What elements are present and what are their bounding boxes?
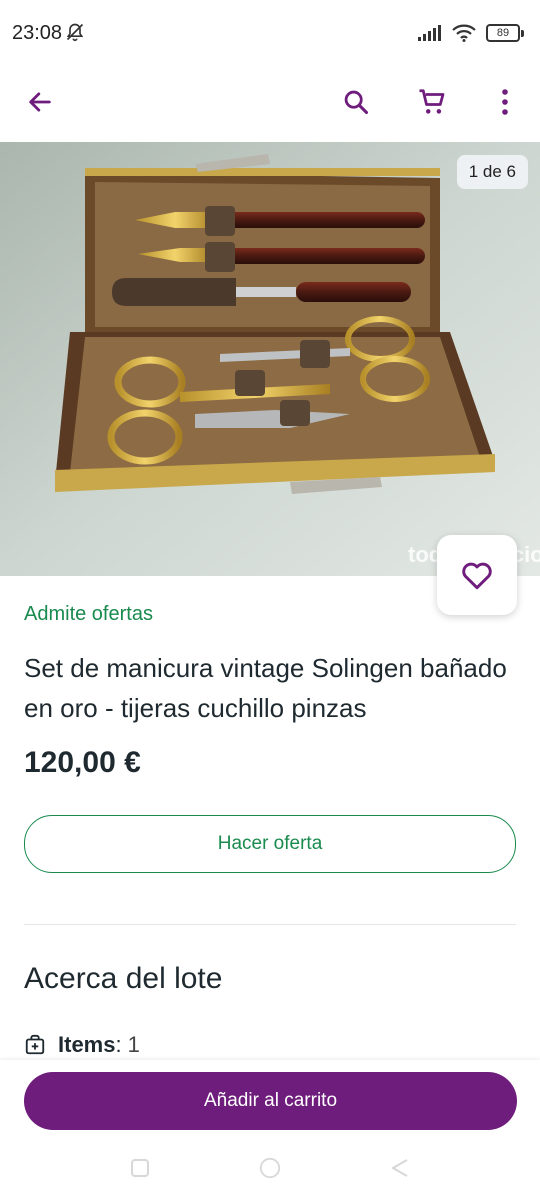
product-image[interactable]: todocoleccion bbox=[0, 142, 540, 576]
items-row: Items: 1 bbox=[24, 1032, 140, 1058]
battery-level: 89 bbox=[486, 24, 520, 42]
more-vertical-icon bbox=[502, 89, 508, 115]
add-to-cart-button[interactable]: Añadir al carrito bbox=[24, 1072, 517, 1130]
triangle-back-icon bbox=[392, 1159, 408, 1177]
cart-icon bbox=[419, 89, 445, 114]
bell-off-icon bbox=[66, 23, 84, 42]
favorite-button[interactable] bbox=[437, 535, 517, 615]
nav-home-button[interactable] bbox=[258, 1156, 282, 1180]
image-counter: 1 de 6 bbox=[456, 155, 528, 189]
make-offer-button[interactable]: Hacer oferta bbox=[24, 815, 516, 873]
back-arrow-icon bbox=[29, 92, 51, 112]
square-icon bbox=[131, 1159, 149, 1177]
status-time: 23:08 bbox=[12, 22, 63, 44]
nav-back-button[interactable] bbox=[388, 1156, 412, 1180]
product-title: Set de manicura vintage Solingen bañado … bbox=[24, 653, 507, 723]
circle-icon bbox=[259, 1157, 281, 1179]
offers-tag: Admite ofertas bbox=[24, 603, 153, 625]
product-price: 120,00 € bbox=[24, 746, 141, 779]
battery-icon: 89 bbox=[486, 24, 524, 42]
signal-icon bbox=[418, 25, 441, 41]
top-toolbar bbox=[0, 64, 540, 142]
cart-button[interactable] bbox=[412, 82, 452, 122]
nav-recents-button[interactable] bbox=[128, 1156, 152, 1180]
search-icon bbox=[344, 90, 369, 115]
back-button[interactable] bbox=[20, 82, 60, 122]
manicure-set-photo: todocoleccion bbox=[0, 142, 540, 576]
heart-icon bbox=[462, 562, 492, 590]
box-plus-icon bbox=[25, 1034, 45, 1055]
status-bar: 23:08 89 bbox=[0, 0, 540, 64]
wifi-icon bbox=[452, 24, 476, 42]
more-options-button[interactable] bbox=[485, 82, 525, 122]
status-icons: 89 bbox=[418, 22, 524, 44]
divider bbox=[24, 924, 516, 925]
section-title: Acerca del lote bbox=[24, 962, 223, 995]
search-button[interactable] bbox=[336, 82, 376, 122]
items-label: Items bbox=[58, 1032, 116, 1057]
items-value: 1 bbox=[127, 1032, 140, 1057]
